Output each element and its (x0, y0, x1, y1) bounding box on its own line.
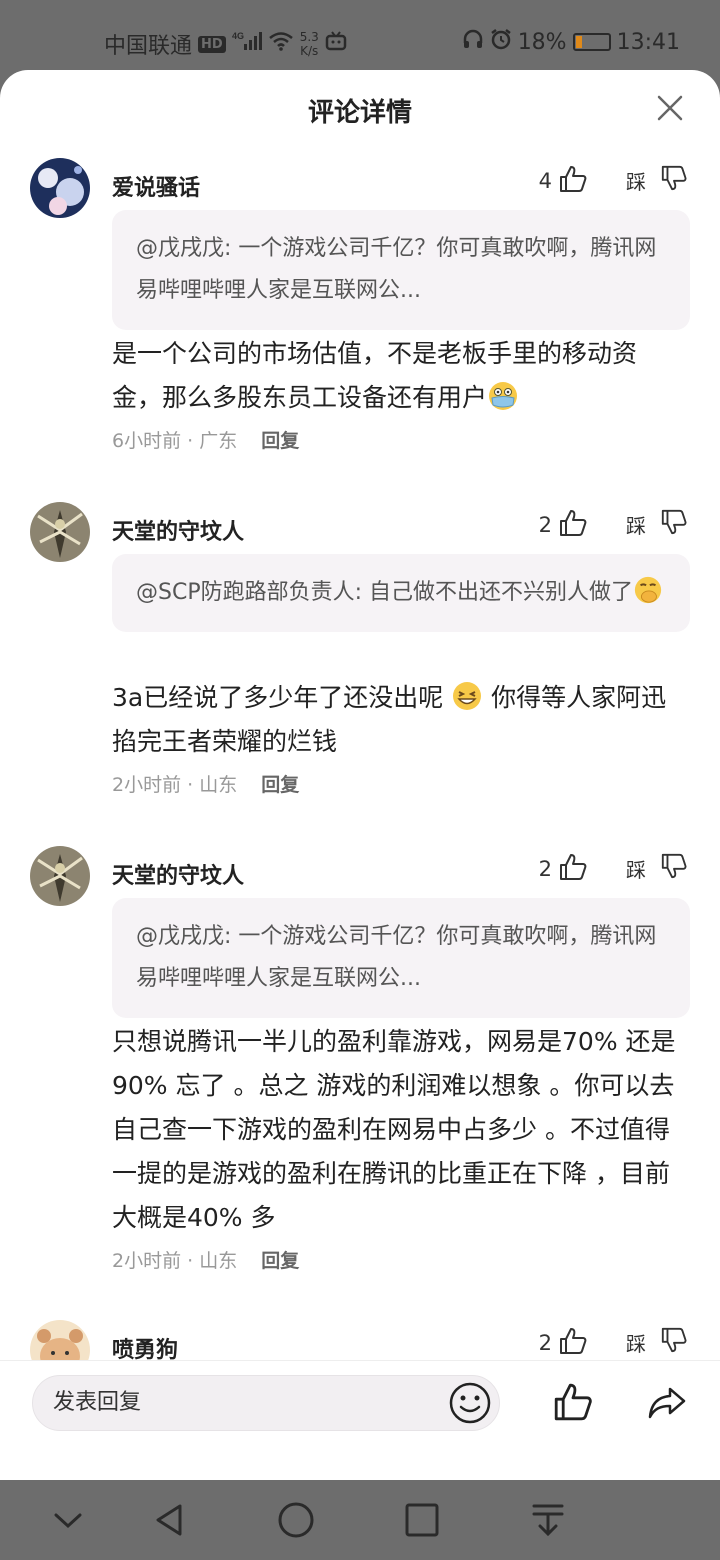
reply-link[interactable]: 回复 (261, 426, 299, 453)
net-speed-value: 5.3 (299, 30, 319, 44)
thumbs-down-icon (660, 1326, 688, 1358)
thumbs-down-icon (660, 852, 688, 884)
comment-item: 天堂的守坟人 2 踩 @SCP防跑路部负责人: 自己做不出还不兴别人做了 3a已… (0, 502, 720, 822)
collapse-icon[interactable] (48, 1500, 88, 1540)
dislike-label: 踩 (626, 857, 646, 882)
comment-meta: 6小时前 · 广东 回复 (112, 426, 299, 453)
dislike-button[interactable]: 踩 (626, 852, 688, 884)
comment-body-text: 是一个公司的市场估值，不是老板手里的移动资金，那么多股东员工设备还有用户 (112, 339, 638, 412)
like-count: 4 (538, 169, 552, 193)
flushed-mask-emoji (487, 380, 519, 412)
like-button[interactable]: 2 (539, 852, 588, 886)
like-count: 2 (538, 513, 552, 537)
dislike-label: 踩 (626, 513, 646, 538)
smiley-icon[interactable] (448, 1381, 492, 1425)
thumbs-down-icon (660, 164, 688, 196)
quoted-comment[interactable]: @戊戌戊: 一个游戏公司千亿？你可真敢吹啊，腾讯网易哔哩哔哩人家是互联网公... (112, 898, 690, 1018)
like-count: 2 (538, 1331, 552, 1355)
thumbs-up-icon (558, 1326, 588, 1360)
comment-body: 是一个公司的市场估值，不是老板手里的移动资金，那么多股东员工设备还有用户 (112, 332, 682, 420)
reply-link[interactable]: 回复 (261, 770, 299, 797)
back-icon[interactable] (150, 1500, 190, 1540)
like-button[interactable]: 2 (539, 508, 588, 542)
dislike-button[interactable]: 踩 (626, 508, 688, 540)
recents-icon[interactable] (402, 1500, 442, 1540)
comment-time: 2小时前 (112, 1250, 182, 1272)
wifi-icon (268, 31, 294, 57)
comment-meta: 2小时前 · 山东 回复 (112, 1246, 299, 1273)
comment-item: 爱说骚话 4 踩 @戊戌戊: 一个游戏公司千亿？你可真敢吹啊，腾讯网易哔哩哔哩人… (0, 158, 720, 478)
thumbs-up-icon (558, 164, 588, 198)
comment-body: 3a已经说了多少年了还没出呢 你得等人家阿迅掐完王者荣耀的烂钱 (112, 676, 682, 764)
dislike-label: 踩 (626, 1331, 646, 1356)
network-type-label: 4G (232, 31, 244, 41)
comment-location: 山东 (199, 774, 238, 796)
avatar[interactable] (30, 1320, 90, 1360)
battery-percent: 18% (517, 29, 567, 55)
comment-item: 喷勇狗 2 踩 (0, 1320, 720, 1360)
hd-badge: HD (198, 35, 226, 53)
reply-link[interactable]: 回复 (261, 1246, 299, 1273)
comment-item: 天堂的守坟人 2 踩 @戊戌戊: 一个游戏公司千亿？你可真敢吹啊，腾讯网易哔哩哔… (0, 846, 720, 1286)
hand-over-mouth-emoji (633, 575, 665, 607)
comment-time: 6小时前 (112, 430, 182, 452)
sheet-title: 评论详情 (307, 98, 412, 128)
comment-location: 广东 (199, 430, 238, 452)
thumbs-up-icon (558, 852, 588, 886)
username[interactable]: 喷勇狗 (112, 1332, 178, 1360)
like-button[interactable]: 4 (539, 164, 588, 198)
avatar[interactable] (30, 846, 90, 906)
like-button[interactable]: 2 (539, 1326, 588, 1360)
clock-time: 13:41 (616, 29, 680, 55)
comment-time-location: 2小时前 · 山东 (112, 774, 238, 796)
comment-location: 山东 (199, 1250, 238, 1272)
username[interactable]: 天堂的守坟人 (112, 858, 244, 890)
thumbs-down-icon (660, 508, 688, 540)
comment-time: 2小时前 (112, 774, 182, 796)
quoted-comment[interactable]: @SCP防跑路部负责人: 自己做不出还不兴别人做了 (112, 554, 690, 632)
share-icon[interactable] (646, 1381, 688, 1423)
like-count: 2 (538, 857, 552, 881)
home-icon[interactable] (276, 1500, 316, 1540)
status-bar: 中国联通 HD 4G 5.3 K/s 18% 13:41 (0, 0, 720, 78)
grinning-squint-emoji (451, 680, 483, 712)
reply-input[interactable]: 发表回复 (32, 1375, 500, 1431)
battery-icon (572, 33, 611, 51)
carrier-name: 中国联通 (104, 34, 193, 59)
headphones-icon (462, 28, 484, 56)
system-nav-bar (0, 1480, 720, 1560)
avatar[interactable] (30, 502, 90, 562)
comment-detail-sheet: 评论详情 爱说骚话 4 踩 @戊戌戊: 一个游戏公司千亿？你可真敢吹啊，腾讯网易… (0, 70, 720, 1480)
signal-icon: 4G (232, 30, 262, 58)
tv-icon (325, 31, 347, 57)
net-speed: 5.3 K/s (300, 30, 319, 58)
close-icon[interactable] (654, 92, 686, 124)
notification-pulldown-icon[interactable] (528, 1500, 568, 1540)
alarm-icon (490, 28, 512, 56)
dislike-button[interactable]: 踩 (626, 1326, 688, 1358)
reply-input-bar: 发表回复 (0, 1360, 720, 1480)
comment-body: 只想说腾讯一半儿的盈利靠游戏，网易是70% 还是90% 忘了 。总之 游戏的利润… (112, 1027, 676, 1232)
comment-time-location: 2小时前 · 山东 (112, 1250, 238, 1272)
comment-body-text-start: 3a已经说了多少年了还没出呢 (112, 683, 444, 712)
thumbs-up-icon (558, 508, 588, 542)
comment-meta: 2小时前 · 山东 回复 (112, 770, 299, 797)
username[interactable]: 天堂的守坟人 (112, 514, 244, 546)
net-speed-unit: K/s (300, 44, 319, 58)
username[interactable]: 爱说骚话 (112, 170, 200, 202)
dislike-label: 踩 (626, 169, 646, 194)
battery-level-fill (575, 36, 582, 48)
dislike-button[interactable]: 踩 (626, 164, 688, 196)
thumbs-up-icon[interactable] (552, 1381, 594, 1423)
quoted-comment-text: @SCP防跑路部负责人: 自己做不出还不兴别人做了 (136, 580, 633, 605)
status-right: 18% 13:41 (462, 28, 680, 56)
avatar[interactable] (30, 158, 90, 218)
comment-time-location: 6小时前 · 广东 (112, 430, 238, 452)
quoted-comment[interactable]: @戊戌戊: 一个游戏公司千亿？你可真敢吹啊，腾讯网易哔哩哔哩人家是互联网公... (112, 210, 690, 330)
status-left: 中国联通 HD 4G 5.3 K/s (104, 28, 347, 60)
